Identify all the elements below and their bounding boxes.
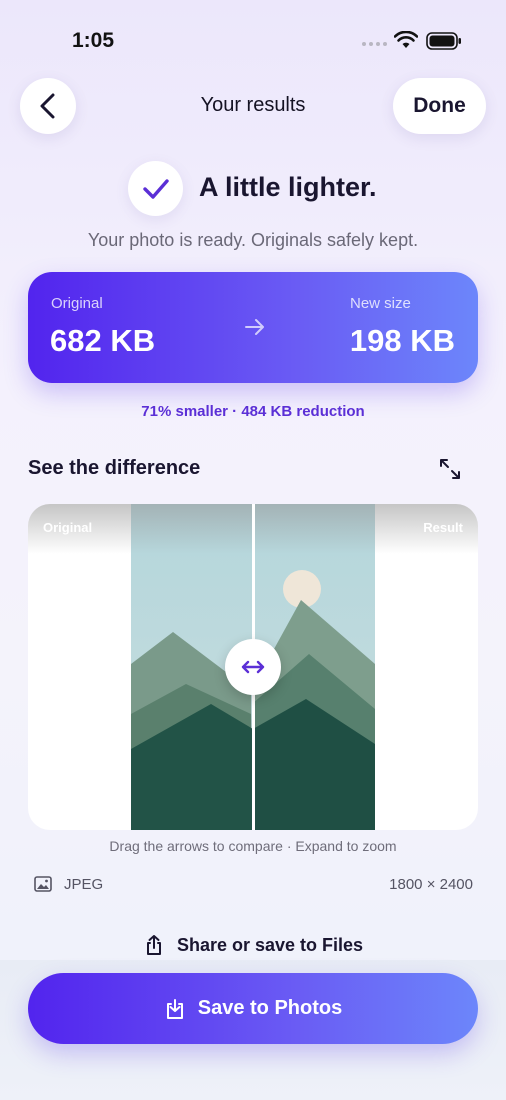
share-icon (146, 935, 161, 955)
original-size-value: 682 KB (50, 323, 156, 358)
status-time: 1:05 (72, 29, 115, 52)
reduction-summary: 71% smaller · 484 KB reduction (141, 403, 365, 420)
original-size-label: Original (51, 295, 103, 312)
compare-drag-handle[interactable] (225, 639, 281, 695)
image-dimensions: 1800 × 2400 (389, 876, 473, 893)
new-size-label: New size (350, 295, 411, 312)
success-badge (128, 161, 183, 216)
share-button[interactable]: Share or save to Files (0, 934, 506, 956)
new-size-value: 198 KB (349, 323, 455, 358)
result-subline: Your photo is ready. Originals safely ke… (87, 230, 419, 250)
checkmark-icon (142, 178, 169, 199)
file-format: JPEG (64, 876, 104, 893)
save-to-photos-button[interactable]: Save to Photos (28, 973, 478, 1044)
compare-section-title: See the difference (28, 457, 201, 479)
image-icon (34, 876, 52, 892)
compare-hint: Drag the arrows to compare · Expand to z… (109, 838, 397, 854)
save-download-icon (166, 998, 183, 1019)
done-button[interactable]: Done (393, 78, 486, 134)
share-label: Share or save to Files (176, 934, 364, 955)
save-label: Save to Photos (197, 997, 343, 1019)
result-headline: A little lighter. (199, 172, 377, 202)
compare-handle-icon (241, 660, 265, 674)
status-bar: 1:05 (0, 0, 506, 80)
battery-icon (426, 32, 461, 50)
wifi-icon (394, 31, 418, 48)
size-comparison-card: Original 682 KB New size 198 KB (28, 272, 478, 383)
compare-original-label: Original (43, 520, 93, 535)
arrow-right-icon (245, 319, 264, 335)
image-compare-view[interactable]: Original Result (28, 504, 478, 830)
expand-button[interactable] (434, 453, 466, 485)
expand-icon (440, 459, 460, 479)
compare-result-label: Result (423, 520, 463, 535)
signal-icon (362, 42, 387, 46)
